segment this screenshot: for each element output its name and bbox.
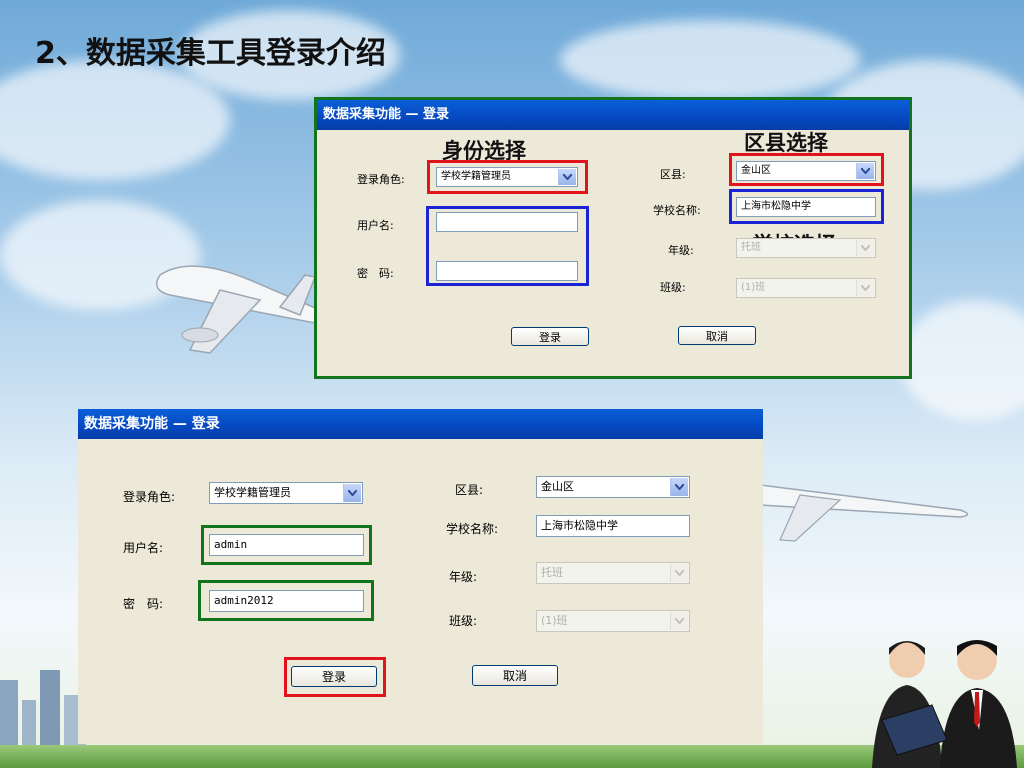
school-input[interactable]: 上海市松隐中学 bbox=[536, 515, 690, 537]
cancel-button-label: 取消 bbox=[502, 669, 527, 683]
school-label: 学校名称: bbox=[446, 522, 499, 536]
district-select[interactable]: 金山区 bbox=[536, 476, 690, 498]
grade-select[interactable]: 托班 bbox=[536, 562, 690, 584]
chevron-down-icon[interactable] bbox=[343, 484, 361, 502]
username-label: 用户名: bbox=[357, 219, 394, 232]
password-label: 密 码: bbox=[357, 267, 394, 280]
cancel-button[interactable]: 取消 bbox=[678, 326, 756, 345]
grade-select[interactable]: 托班 bbox=[736, 238, 876, 258]
highlight-password bbox=[198, 580, 374, 621]
airplane-illustration bbox=[155, 265, 323, 354]
chevron-down-icon bbox=[856, 280, 874, 296]
class-label: 班级: bbox=[449, 614, 478, 628]
dialog-titlebar: 数据采集功能 — 登录 bbox=[78, 409, 763, 439]
role-select[interactable]: 学校学籍管理员 bbox=[209, 482, 363, 504]
cloud bbox=[560, 20, 860, 100]
chevron-down-icon bbox=[670, 564, 688, 582]
dialog-title: 数据采集功能 — 登录 bbox=[84, 416, 220, 432]
role-select-value: 学校学籍管理员 bbox=[214, 486, 291, 499]
district-label: 区县: bbox=[660, 168, 686, 181]
login-button[interactable]: 登录 bbox=[511, 327, 589, 346]
grade-label: 年级: bbox=[668, 244, 694, 257]
username-label: 用户名: bbox=[123, 541, 164, 555]
chevron-down-icon bbox=[856, 240, 874, 256]
cancel-button-label: 取消 bbox=[706, 329, 728, 343]
class-label: 班级: bbox=[660, 281, 686, 294]
class-select-value: (1)班 bbox=[541, 614, 568, 627]
highlight-username bbox=[201, 525, 372, 565]
dialog-titlebar: 数据采集功能 — 登录 bbox=[317, 100, 909, 130]
highlight-login-button bbox=[284, 657, 386, 697]
class-select-value: (1)班 bbox=[741, 282, 766, 293]
class-select[interactable]: (1)班 bbox=[536, 610, 690, 632]
slide-title: 2、数据采集工具登录介绍 bbox=[35, 36, 386, 71]
password-label: 密 码: bbox=[123, 597, 164, 611]
highlight-role bbox=[427, 160, 588, 194]
highlight-school bbox=[729, 189, 884, 224]
cloud bbox=[900, 300, 1024, 420]
highlight-district bbox=[729, 153, 884, 186]
business-people-illustration bbox=[872, 640, 1017, 768]
school-label: 学校名称: bbox=[653, 204, 701, 217]
role-label: 登录角色: bbox=[123, 490, 176, 504]
chevron-down-icon bbox=[670, 612, 688, 630]
dialog-title: 数据采集功能 — 登录 bbox=[323, 107, 450, 122]
login-button-label: 登录 bbox=[539, 330, 561, 344]
grade-select-value: 托班 bbox=[741, 242, 761, 253]
grade-label: 年级: bbox=[449, 570, 478, 584]
airplane-illustration bbox=[760, 484, 969, 542]
district-label: 区县: bbox=[455, 483, 484, 497]
cancel-button[interactable]: 取消 bbox=[472, 665, 558, 686]
class-select[interactable]: (1)班 bbox=[736, 278, 876, 298]
role-label: 登录角色: bbox=[357, 173, 405, 186]
chevron-down-icon[interactable] bbox=[670, 478, 688, 496]
district-select-value: 金山区 bbox=[541, 480, 574, 493]
grade-select-value: 托班 bbox=[541, 566, 563, 579]
highlight-credentials bbox=[426, 206, 589, 286]
